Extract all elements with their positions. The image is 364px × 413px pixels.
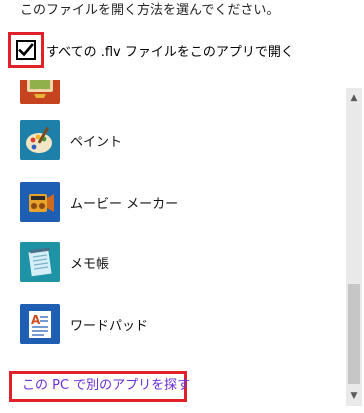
scroll-up-arrow-icon[interactable]: ▲ [346,90,362,106]
app-name: ムービー メーカー [70,196,179,212]
scrollbar-thumb[interactable] [348,284,360,384]
find-another-app-link[interactable]: この PC で別のアプリを探す [22,378,190,394]
app-item-paint[interactable]: ペイント [20,118,122,162]
dialog-prompt: このファイルを開く方法を選んでください。 [20,3,280,18]
app-name: ペイント [70,134,123,150]
app-item-movie-maker[interactable]: ムービー メーカー [20,180,178,224]
scroll-down-arrow-icon[interactable]: ▼ [346,388,362,404]
media-icon [20,80,60,104]
wordpad-icon: A [20,304,60,344]
paint-palette-icon [20,120,60,160]
app-item-media[interactable] [20,80,70,106]
app-list-scrollbar[interactable]: ▲ ▼ [346,88,362,406]
app-item-wordpad[interactable]: A ワードパッド [20,302,148,346]
always-use-app-checkbox-row[interactable]: すべての .flv ファイルをこのアプリで開く [8,32,294,68]
app-name: メモ帳 [70,256,110,272]
always-use-app-checkbox[interactable] [16,40,36,60]
always-use-app-label: すべての .flv ファイルをこのアプリで開く [46,44,294,60]
app-name: ワードパッド [70,318,149,334]
checkbox-highlight-frame [8,32,44,68]
app-list[interactable]: ペイント ムービー メーカー メモ帳 A ワードパッド [0,80,342,366]
app-item-notepad[interactable]: メモ帳 [20,240,109,284]
notepad-icon [20,242,60,282]
svg-text:A: A [31,313,41,327]
checkmark-icon [18,43,34,57]
movie-maker-icon [20,182,60,222]
